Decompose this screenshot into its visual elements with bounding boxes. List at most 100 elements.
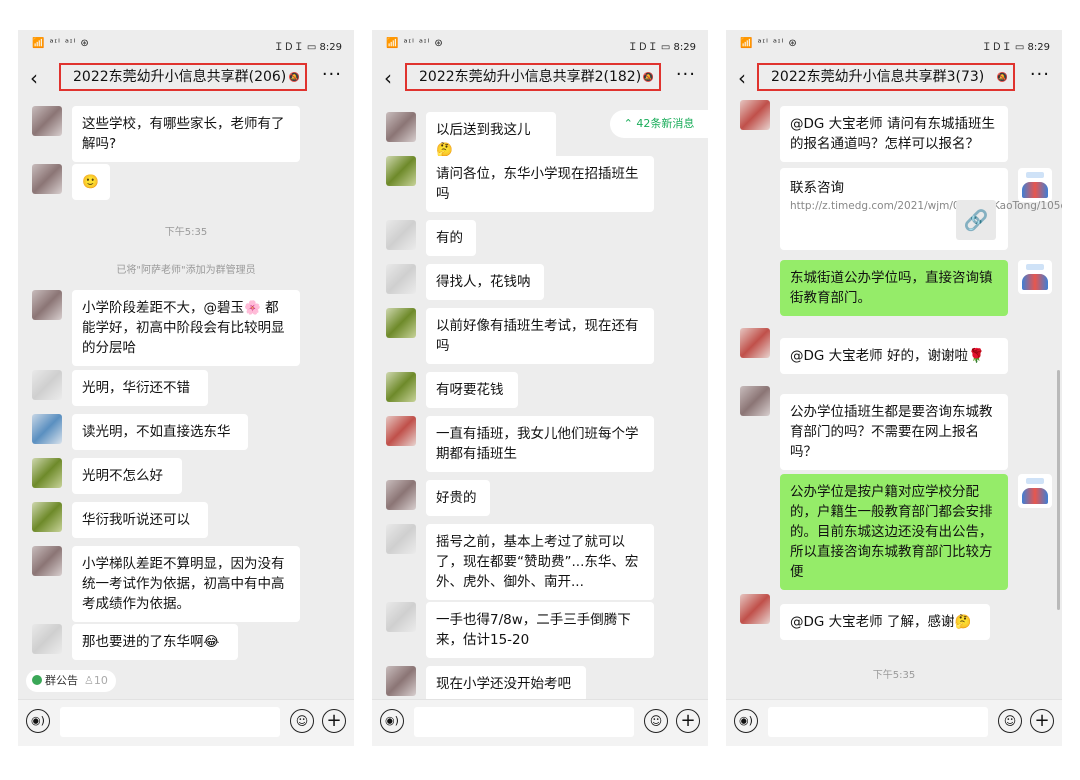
message-bubble[interactable]: @DG 大宝老师 请问有东城插班生的报名通道吗？怎样可以报名？ — [780, 106, 1008, 162]
message-bubble[interactable]: 光明不怎么好 — [72, 458, 182, 494]
chat-title[interactable]: 2022东莞幼升小信息共享群2(182) 🔕 — [405, 63, 661, 91]
input-bar: ◉) ☺ + — [18, 699, 354, 746]
notice-label: 群公告 — [45, 674, 78, 687]
avatar[interactable] — [32, 414, 62, 444]
message-input[interactable] — [60, 707, 280, 737]
system-message: 已将"阿萨老师"添加为群管理员 — [116, 265, 256, 276]
message-bubble[interactable]: 小学阶段差距不大，@碧玉🌸 都能学好，初高中阶段会有比较明显的分层哈 — [72, 290, 300, 366]
avatar[interactable] — [386, 308, 416, 338]
message-bubble[interactable]: 有的 — [426, 220, 476, 256]
message-bubble[interactable]: 摇号之前，基本上考过了就可以了，现在都要“赞助费”...东华、宏外、虎外、御外、… — [426, 524, 654, 600]
title-bar: ‹ 2022东莞幼升小信息共享群3(73) 🔕 ··· — [726, 60, 1062, 96]
chat-title-text: 2022东莞幼升小信息共享群3(73) — [771, 69, 985, 85]
voice-icon[interactable]: ◉) — [734, 709, 758, 733]
message-bubble[interactable]: 读光明，不如直接选东华 — [72, 414, 248, 450]
emoji-icon[interactable]: ☺ — [290, 709, 314, 733]
avatar[interactable] — [386, 602, 416, 632]
message-bubble[interactable]: @DG 大宝老师 了解，感谢🤔 — [780, 604, 990, 640]
link-card[interactable]: 联系咨询 http://z.timedg.com/2021/wjm/04Zhao… — [780, 168, 1062, 250]
message-bubble[interactable]: 🙂 — [72, 164, 110, 200]
chevron-left-icon[interactable]: ‹ — [738, 66, 746, 90]
message-bubble[interactable]: 一手也得7/8w，二手三手倒腾下来，估计15-20 — [426, 602, 654, 658]
avatar[interactable] — [386, 416, 416, 446]
avatar[interactable] — [386, 372, 416, 402]
avatar[interactable] — [740, 594, 770, 624]
more-dots-icon[interactable]: ··· — [322, 64, 342, 85]
title-bar: ‹ 2022东莞幼升小信息共享群2(182) 🔕 ··· — [372, 60, 708, 96]
message-bubble[interactable]: @DG 大宝老师 好的，谢谢啦🌹 — [780, 338, 1008, 374]
chat-window-2: 📶 ᵃᶦˡ ᵃᶦˡ ⊛ ＩＤＩ ▭ 8:29 ‹ 2022东莞幼升小信息共享群2… — [372, 30, 708, 746]
message-bubble[interactable]: 小学梯队差距不算明显，因为没有统一考试作为依据，初高中有中高考成绩作为依据。 — [72, 546, 300, 622]
status-bar: 📶 ᵃᶦˡ ᵃᶦˡ ⊛ ＩＤＩ ▭ 8:29 — [18, 30, 354, 58]
link-card-title: 联系咨询 — [790, 180, 844, 196]
input-bar: ◉) ☺ + — [372, 699, 708, 746]
plus-icon[interactable]: + — [676, 709, 700, 733]
link-card-url: http://z.timedg.com/2021/wjm/04ZhaoKaoTo… — [790, 200, 1062, 212]
chat-window-1: 📶 ᵃᶦˡ ᵃᶦˡ ⊛ ＩＤＩ ▭ 8:29 ‹ 2022东莞幼升小信息共享群(… — [18, 30, 354, 746]
avatar[interactable] — [386, 264, 416, 294]
avatar[interactable] — [386, 524, 416, 554]
avatar[interactable] — [32, 458, 62, 488]
status-bar: 📶 ᵃᶦˡ ᵃᶦˡ ⊛ ＩＤＩ ▭ 8:29 — [726, 30, 1062, 58]
link-icon: 🔗 — [956, 200, 996, 240]
chat-title-text: 2022东莞幼升小信息共享群(206) — [73, 69, 287, 85]
scrollbar[interactable] — [1057, 370, 1060, 610]
message-bubble[interactable]: 华衍我听说还可以 — [72, 502, 208, 538]
message-bubble[interactable]: 请问各位，东华小学现在招插班生吗 — [426, 156, 654, 212]
timestamp: 下午5:35 — [164, 227, 208, 238]
message-bubble[interactable]: 有呀要花钱 — [426, 372, 518, 408]
message-input[interactable] — [414, 707, 634, 737]
message-bubble[interactable]: 东城街道公办学位吗，直接咨询镇街教育部门。 — [780, 260, 1008, 316]
message-bubble[interactable]: 那也要进的了东华啊😂 — [72, 624, 238, 660]
my-avatar[interactable] — [1018, 168, 1052, 202]
message-bubble[interactable]: 公办学位插班生都是要咨询东城教育部门的吗？不需要在网上报名吗？ — [780, 394, 1008, 470]
avatar[interactable] — [32, 502, 62, 532]
avatar[interactable] — [386, 666, 416, 696]
avatar[interactable] — [32, 624, 62, 654]
group-notice-button[interactable]: 群公告 ♙10 — [26, 670, 116, 692]
message-bubble[interactable]: 光明，华衍还不错 — [72, 370, 208, 406]
emoji-icon[interactable]: ☺ — [998, 709, 1022, 733]
avatar[interactable] — [386, 112, 416, 142]
chat-title[interactable]: 2022东莞幼升小信息共享群(206) 🔕 — [59, 63, 307, 91]
voice-icon[interactable]: ◉) — [380, 709, 404, 733]
more-dots-icon[interactable]: ··· — [1030, 64, 1050, 85]
message-bubble[interactable]: 得找人，花钱呐 — [426, 264, 544, 300]
message-bubble[interactable]: 现在小学还没开始考吧 — [426, 666, 586, 702]
input-bar: ◉) ☺ + — [726, 699, 1062, 746]
avatar[interactable] — [386, 220, 416, 250]
plus-icon[interactable]: + — [322, 709, 346, 733]
message-bubble[interactable]: 以前好像有插班生考试，现在还有吗 — [426, 308, 654, 364]
message-bubble[interactable]: 公办学位是按户籍对应学校分配的，户籍生一般教育部门都会安排的。目前东城这边还没有… — [780, 474, 1008, 590]
avatar[interactable] — [32, 164, 62, 194]
voice-icon[interactable]: ◉) — [26, 709, 50, 733]
plus-icon[interactable]: + — [1030, 709, 1054, 733]
more-dots-icon[interactable]: ··· — [676, 64, 696, 85]
message-bubble[interactable]: 好贵的 — [426, 480, 490, 516]
new-messages-button[interactable]: ⌃ 42条新消息 — [610, 110, 708, 138]
signal-icons: 📶 ᵃᶦˡ ᵃᶦˡ ⊛ — [740, 38, 798, 49]
my-avatar[interactable] — [1018, 260, 1052, 294]
avatar[interactable] — [740, 328, 770, 358]
message-bubble[interactable]: 一直有插班，我女儿他们班每个学期都有插班生 — [426, 416, 654, 472]
chevron-left-icon[interactable]: ‹ — [384, 66, 392, 90]
emoji-icon[interactable]: ☺ — [644, 709, 668, 733]
avatar[interactable] — [32, 290, 62, 320]
avatar[interactable] — [32, 370, 62, 400]
mute-bell-icon: 🔕 — [642, 73, 654, 83]
timestamp: 下午5:35 — [872, 670, 916, 681]
my-avatar[interactable] — [1018, 474, 1052, 508]
avatar[interactable] — [740, 386, 770, 416]
avatar[interactable] — [32, 546, 62, 576]
avatar[interactable] — [740, 100, 770, 130]
avatar[interactable] — [386, 480, 416, 510]
chat-title[interactable]: 2022东莞幼升小信息共享群3(73) 🔕 — [757, 63, 1015, 91]
chat-window-3: 📶 ᵃᶦˡ ᵃᶦˡ ⊛ ＩＤＩ ▭ 8:29 ‹ 2022东莞幼升小信息共享群3… — [726, 30, 1062, 746]
signal-icons: 📶 ᵃᶦˡ ᵃᶦˡ ⊛ — [386, 38, 444, 49]
chevron-left-icon[interactable]: ‹ — [30, 66, 38, 90]
message-input[interactable] — [768, 707, 988, 737]
avatar[interactable] — [32, 106, 62, 136]
avatar[interactable] — [386, 156, 416, 186]
message-bubble[interactable]: 这些学校，有哪些家长，老师有了解吗? — [72, 106, 300, 162]
chat-title-text: 2022东莞幼升小信息共享群2(182) — [419, 69, 642, 85]
